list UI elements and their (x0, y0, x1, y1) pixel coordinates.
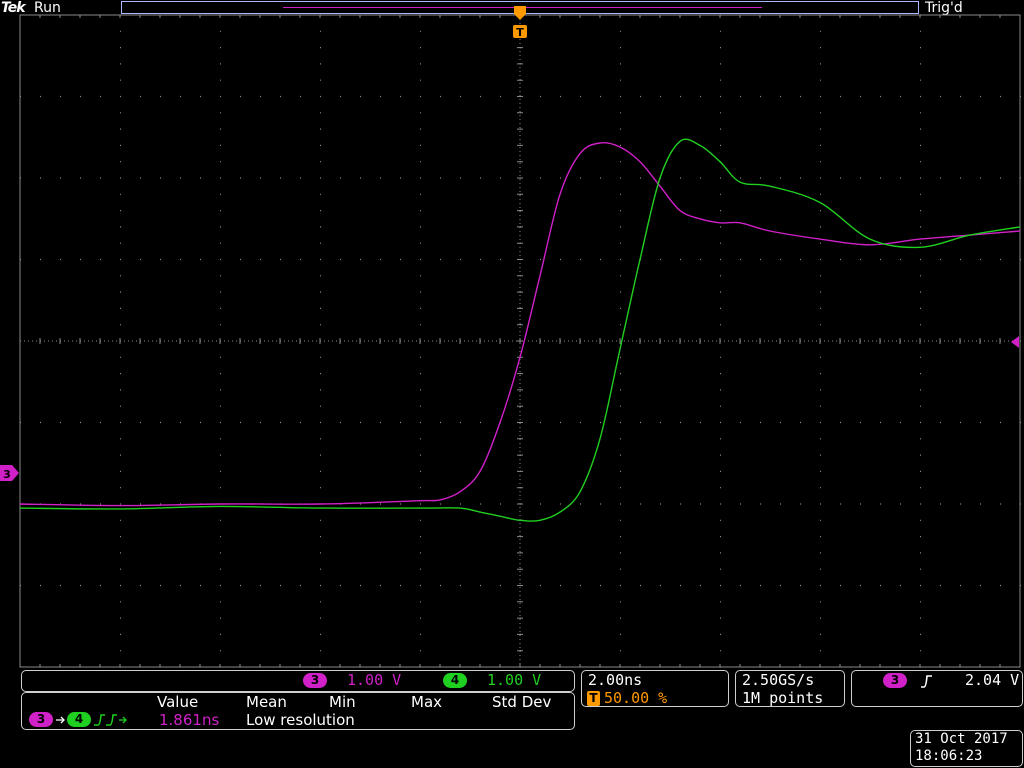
ch4-badge[interactable]: 4 (443, 673, 467, 688)
horizontal-position[interactable]: 50.00 % (604, 689, 667, 707)
meas-note: Low resolution (246, 711, 355, 729)
trigger-time-marker[interactable]: T (513, 6, 527, 39)
meas-value: 1.861ns (159, 711, 220, 729)
trigger-position-badge-icon: T (587, 691, 600, 706)
trigger-source-badge[interactable]: 3 (883, 673, 907, 688)
ch3-badge[interactable]: 3 (303, 673, 327, 688)
ch3-ground-marker[interactable]: 3 (0, 465, 19, 481)
date: 31 Oct 2017 (915, 731, 1008, 747)
meas-header-mean: Mean (246, 693, 287, 711)
rising-edge-pair-icon (94, 714, 127, 726)
trigger-position-letter: T (516, 26, 524, 39)
record-length: 1M points (742, 689, 824, 707)
meas-header-stddev: Std Dev (492, 693, 552, 711)
time: 18:06:23 (915, 748, 983, 764)
meas-header-value: Value (157, 693, 199, 711)
ch3-ground-label: 3 (3, 468, 11, 481)
trigger-level-marker[interactable] (1011, 336, 1019, 348)
trigger-level[interactable]: 2.04 V (965, 671, 1019, 689)
rising-edge-icon (921, 675, 932, 688)
time-per-div[interactable]: 2.00ns (588, 671, 642, 689)
graticule-ticks (19, 14, 1021, 668)
graticule-grid (19, 14, 1021, 668)
waveform-graticule[interactable]: T 3 (0, 0, 1024, 672)
meas-header-min: Min (329, 693, 356, 711)
arrow-right-icon (56, 716, 65, 724)
ch4-scale[interactable]: 1.00 V (487, 671, 541, 689)
meas-header-max: Max (411, 693, 443, 711)
meas-source-ch4-badge: 4 (67, 712, 91, 727)
meas-source-ch3-badge: 3 (29, 712, 53, 727)
sample-rate: 2.50GS/s (742, 671, 815, 689)
ch3-scale[interactable]: 1.00 V (347, 671, 401, 689)
